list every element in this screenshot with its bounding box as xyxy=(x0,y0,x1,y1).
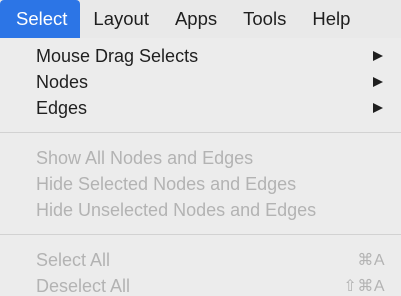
menu-bar: Select Layout Apps Tools Help xyxy=(0,0,401,38)
menu-item-label: Hide Unselected Nodes and Edges xyxy=(36,199,317,220)
menu-select[interactable]: Select xyxy=(0,0,81,38)
menu-item-hide-selected-nodes-and-edges: Hide Selected Nodes and Edges xyxy=(0,171,401,197)
app-screen: Select Layout Apps Tools Help Mouse Drag… xyxy=(0,0,401,296)
menu-item-select-all: Select All ⌘A xyxy=(0,247,401,273)
select-dropdown-menu: Mouse Drag Selects Nodes Edges Show All … xyxy=(0,38,401,296)
keyboard-shortcut: ⌘A xyxy=(357,252,385,269)
keyboard-shortcut: ⇧⌘A xyxy=(343,278,385,295)
menu-item-label: Deselect All xyxy=(36,275,131,296)
menu-item-mouse-drag-selects[interactable]: Mouse Drag Selects xyxy=(0,43,401,69)
submenu-arrow-icon xyxy=(373,77,383,87)
menu-item-show-all-nodes-and-edges: Show All Nodes and Edges xyxy=(0,145,401,171)
menu-item-hide-unselected-nodes-and-edges: Hide Unselected Nodes and Edges xyxy=(0,197,401,223)
menu-separator xyxy=(0,132,401,133)
submenu-arrow-icon xyxy=(373,103,383,113)
menu-item-label: Hide Selected Nodes and Edges xyxy=(36,173,297,194)
menu-item-nodes[interactable]: Nodes xyxy=(0,69,401,95)
submenu-arrow-icon xyxy=(373,51,383,61)
menu-apps[interactable]: Apps xyxy=(162,0,230,38)
menu-item-label: Show All Nodes and Edges xyxy=(36,147,254,168)
menu-item-edges[interactable]: Edges xyxy=(0,95,401,121)
menu-item-label: Edges xyxy=(36,97,88,118)
menu-separator xyxy=(0,234,401,235)
menu-tools[interactable]: Tools xyxy=(230,0,299,38)
menu-help[interactable]: Help xyxy=(299,0,363,38)
menu-item-label: Nodes xyxy=(36,71,89,92)
menu-item-deselect-all: Deselect All ⇧⌘A xyxy=(0,273,401,296)
menu-item-label: Select All xyxy=(36,249,111,270)
menu-item-label: Mouse Drag Selects xyxy=(36,45,199,66)
menu-layout[interactable]: Layout xyxy=(80,0,162,38)
